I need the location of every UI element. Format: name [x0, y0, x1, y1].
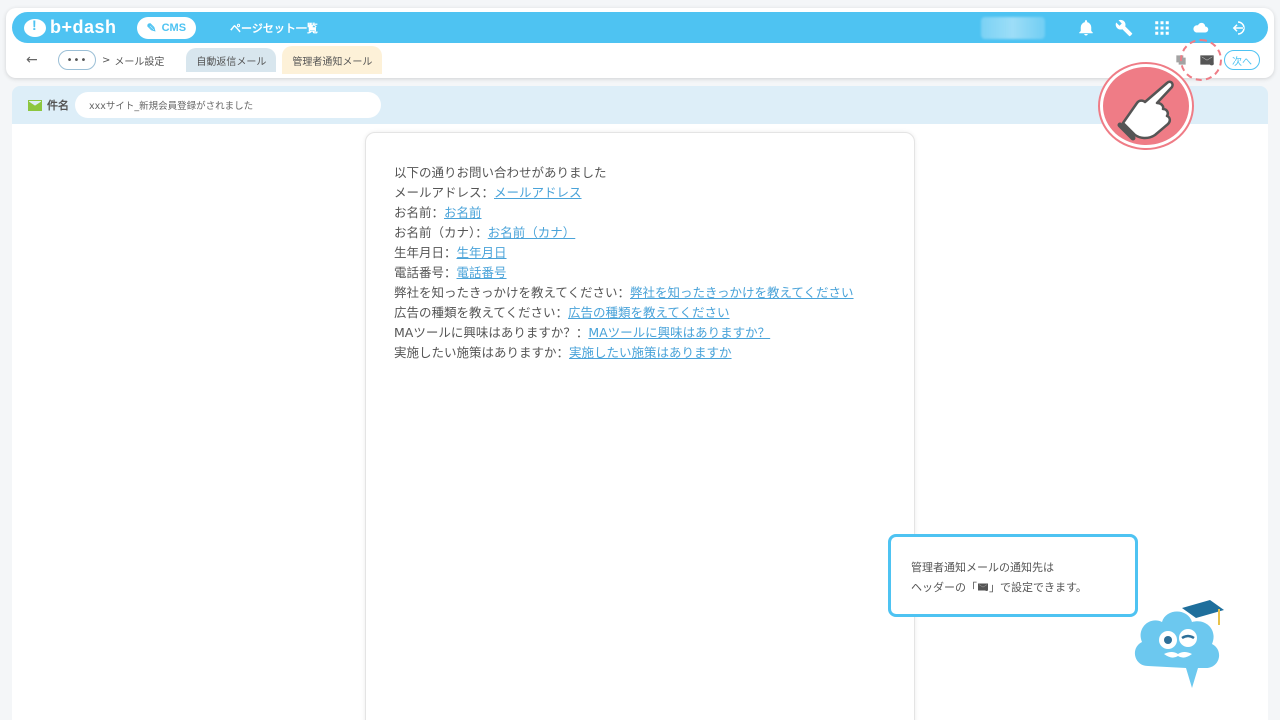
- field-label: お名前：: [394, 205, 445, 220]
- cms-button[interactable]: ✎ CMS: [136, 16, 197, 39]
- mail-field-row: 弊社を知ったきっかけを教えてください：弊社を知ったきっかけを教えてください: [394, 283, 884, 303]
- logout-icon[interactable]: [1228, 18, 1248, 38]
- edit-icon: ✎: [146, 20, 157, 35]
- tab-admin-notification-mail[interactable]: 管理者通知メール: [282, 46, 383, 74]
- field-label: 生年月日：: [394, 245, 457, 260]
- ai-cloud-icon[interactable]: [1190, 18, 1210, 38]
- help-tooltip: 管理者通知メールの通知先は ヘッダーの「 」で設定できます。: [888, 534, 1138, 617]
- field-tag-link[interactable]: お名前（カナ）: [488, 225, 576, 240]
- back-arrow-icon[interactable]: ←: [26, 52, 40, 68]
- mail-field-row: お名前（カナ）：お名前（カナ）: [394, 223, 884, 243]
- mail-field-row: 実施したい施策はありますか：実施したい施策はありますか: [394, 343, 884, 363]
- field-label: 広告の種類を教えてください：: [394, 305, 569, 320]
- mail-gear-icon: [977, 580, 989, 600]
- wrench-icon[interactable]: [1114, 18, 1134, 38]
- mail-field-row: 電話番号：電話番号: [394, 263, 884, 283]
- field-tag-link[interactable]: 実施したい施策はありますか: [569, 345, 732, 360]
- field-label: 弊社を知ったきっかけを教えてください：: [394, 285, 631, 300]
- field-label: 電話番号：: [394, 265, 457, 280]
- field-tag-link[interactable]: 広告の種類を教えてください: [568, 305, 730, 320]
- tooltip-line-1: 管理者通知メールの通知先は: [911, 561, 1054, 574]
- field-tag-link[interactable]: お名前: [444, 205, 482, 220]
- grid-icon[interactable]: [1152, 18, 1172, 38]
- mail-preview-card: 以下の通りお問い合わせがありました メールアドレス：メールアドレス お名前：お名…: [365, 132, 915, 720]
- top-bar: b+dash ✎ CMS ページセット一覧: [12, 12, 1268, 43]
- field-tag-link[interactable]: 電話番号: [457, 265, 507, 280]
- page-set-list-link[interactable]: ページセット一覧: [230, 20, 318, 36]
- next-button[interactable]: 次へ: [1224, 50, 1260, 70]
- tooltip-line-2-suffix: 」で設定できます。: [989, 581, 1087, 594]
- field-label: 実施したい施策はありますか：: [394, 345, 570, 360]
- tooltip-line-2: ヘッダーの「 」で設定できます。: [911, 578, 1135, 600]
- breadcrumb-current: メール設定: [114, 56, 165, 68]
- app-logo[interactable]: b+dash: [24, 17, 117, 38]
- mail-icon: [28, 99, 42, 111]
- breadcrumb: ← ••• > メール設定 自動返信メール 管理者通知メール 次へ: [20, 46, 1270, 74]
- field-tag-link[interactable]: MAツールに興味はありますか？: [588, 325, 770, 340]
- user-info-blurred[interactable]: [981, 16, 1045, 39]
- field-tag-link[interactable]: 生年月日: [457, 245, 507, 260]
- pointer-hand-overlay: [1100, 64, 1192, 148]
- logo-text: b+dash: [50, 17, 117, 37]
- highlight-ring: [1180, 39, 1222, 81]
- subject-label-text: 件名: [47, 99, 69, 112]
- mail-field-row: 生年月日：生年月日: [394, 243, 884, 263]
- mail-body[interactable]: 以下の通りお問い合わせがありました メールアドレス：メールアドレス お名前：お名…: [394, 163, 884, 363]
- mail-intro: 以下の通りお問い合わせがありました: [394, 165, 607, 180]
- field-label: お名前（カナ）：: [394, 225, 488, 240]
- tab-auto-reply-mail[interactable]: 自動返信メール: [186, 48, 277, 72]
- field-tag-link[interactable]: メールアドレス: [494, 185, 582, 200]
- logo-bubble-icon: [24, 17, 46, 37]
- subject-input[interactable]: xxxサイト_新規会員登録がされました: [75, 92, 381, 118]
- cms-label: CMS: [161, 21, 187, 34]
- field-label: MAツールに興味はありますか？：: [394, 325, 589, 340]
- subject-label: 件名: [28, 97, 69, 113]
- field-tag-link[interactable]: 弊社を知ったきっかけを教えてください: [630, 285, 854, 300]
- pointing-hand-icon: [1117, 80, 1174, 141]
- subject-bar: 件名 xxxサイト_新規会員登録がされました: [12, 86, 1268, 124]
- mail-field-row: メールアドレス：メールアドレス: [394, 183, 884, 203]
- field-label: メールアドレス：: [394, 185, 495, 200]
- bell-icon[interactable]: [1076, 18, 1096, 38]
- mail-field-row: MAツールに興味はありますか？：MAツールに興味はありますか？: [394, 323, 884, 343]
- more-breadcrumb-button[interactable]: •••: [58, 50, 96, 70]
- breadcrumb-separator: >: [102, 54, 111, 66]
- mascot-cloud-icon: [1134, 600, 1224, 688]
- tooltip-line-2-prefix: ヘッダーの「: [911, 581, 977, 594]
- mail-field-row: 広告の種類を教えてください：広告の種類を教えてください: [394, 303, 884, 323]
- mail-field-row: お名前：お名前: [394, 203, 884, 223]
